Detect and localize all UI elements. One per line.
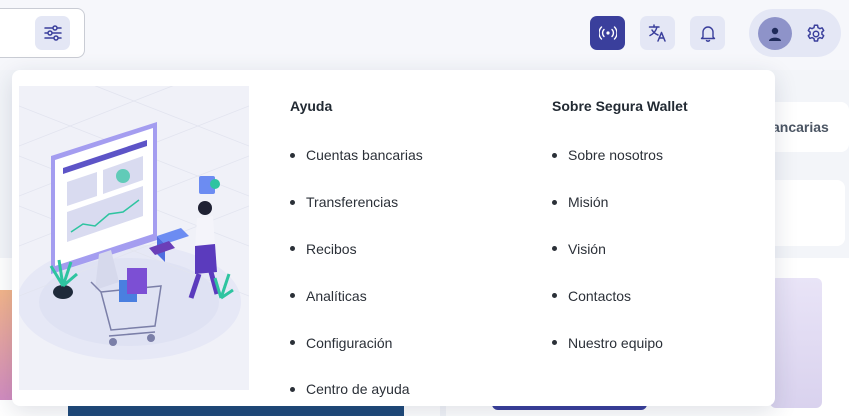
translate-button[interactable] (640, 16, 675, 50)
help-links-list: Cuentas bancarias Transferencias Recibos… (290, 132, 423, 413)
user-icon (769, 27, 781, 41)
menu-item-configuracion[interactable]: Configuración (290, 319, 423, 366)
menu-item-centro-de-ayuda[interactable]: Centro de ayuda (290, 366, 423, 413)
bullet-dot (290, 246, 295, 252)
menu-item-nuestro-equipo[interactable]: Nuestro equipo (552, 319, 663, 366)
bullet-dot (552, 152, 557, 158)
menu-item-vision[interactable]: Visión (552, 226, 663, 273)
notifications-button[interactable] (690, 16, 725, 50)
filter-button[interactable] (35, 16, 70, 50)
about-links-list: Sobre nosotros Misión Visión Contactos N… (552, 132, 663, 366)
bullet-dot (290, 386, 295, 392)
sliders-icon (43, 25, 62, 41)
avatar[interactable] (758, 17, 792, 50)
menu-item-label: Analíticas (306, 287, 367, 304)
menu-item-label: Centro de ayuda (306, 381, 410, 398)
menu-item-label: Recibos (306, 240, 357, 257)
menu-item-sobre-nosotros[interactable]: Sobre nosotros (552, 132, 663, 179)
bullet-dot (552, 199, 557, 205)
menu-item-label: Misión (568, 194, 609, 211)
menu-item-cuentas-bancarias[interactable]: Cuentas bancarias (290, 132, 423, 179)
menu-item-contactos[interactable]: Contactos (552, 272, 663, 319)
bullet-dot (552, 340, 557, 346)
help-column-title: Ayuda (290, 98, 333, 114)
background-image (770, 278, 822, 408)
bullet-dot (290, 293, 295, 299)
menu-item-label: Sobre nosotros (568, 147, 663, 164)
gear-icon (807, 24, 825, 42)
menu-item-label: Contactos (568, 287, 632, 304)
bullet-dot (552, 246, 557, 252)
top-bar (0, 0, 849, 70)
bullet-dot (290, 152, 295, 158)
bullet-dot (290, 340, 295, 346)
menu-item-mision[interactable]: Misión (552, 179, 663, 226)
broadcast-button[interactable] (590, 16, 625, 50)
bell-icon (700, 26, 715, 42)
menu-item-transferencias[interactable]: Transferencias (290, 179, 423, 226)
menu-item-label: Nuestro equipo (568, 334, 663, 351)
settings-button[interactable] (802, 20, 830, 48)
menu-item-label: Configuración (306, 334, 393, 351)
menu-item-label: Transferencias (306, 194, 399, 211)
broadcast-icon (598, 26, 617, 40)
menu-item-label: Cuentas bancarias (306, 147, 423, 164)
bullet-dot (290, 199, 295, 205)
online-shopping-illustration (17, 55, 250, 390)
translate-icon (648, 24, 666, 42)
menu-item-label: Visión (568, 240, 606, 257)
bullet-dot (552, 293, 557, 299)
background-tab-label: ancarias (772, 119, 829, 135)
menu-item-analiticas[interactable]: Analíticas (290, 272, 423, 319)
about-column-title: Sobre Segura Wallet (552, 98, 688, 114)
menu-item-recibos[interactable]: Recibos (290, 226, 423, 273)
